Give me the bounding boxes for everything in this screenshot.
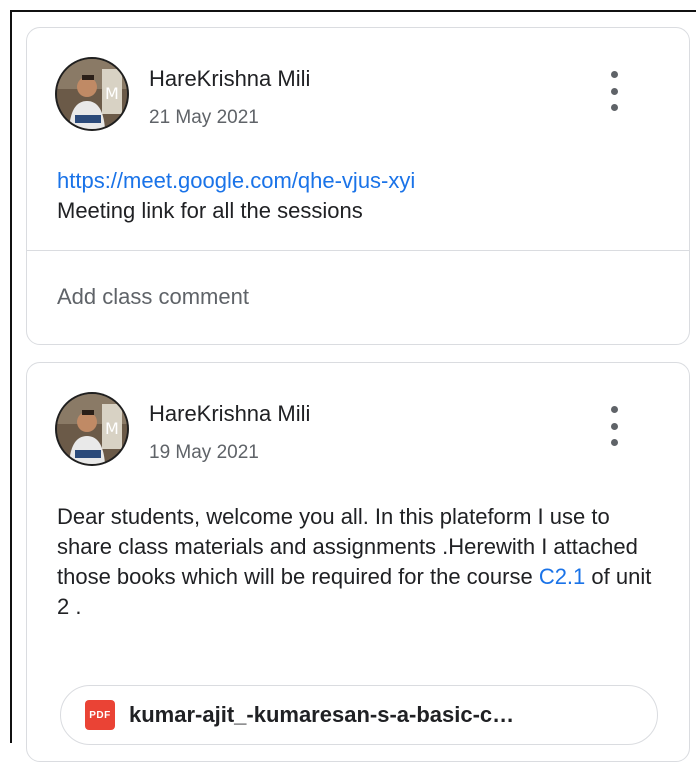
course-link[interactable]: C2.1 xyxy=(539,564,585,589)
author-name[interactable]: HareKrishna Mili xyxy=(149,66,310,92)
pdf-attachment-chip[interactable]: PDF kumar-ajit_-kumaresan-s-a-basic-c… xyxy=(60,685,658,745)
post-date: 19 May 2021 xyxy=(149,442,259,463)
more-vert-icon[interactable] xyxy=(604,406,624,446)
post-text: Meeting link for all the sessions xyxy=(57,198,363,223)
avatar[interactable]: M xyxy=(57,59,127,129)
more-vert-icon[interactable] xyxy=(604,71,624,111)
attachment-name: kumar-ajit_-kumaresan-s-a-basic-c… xyxy=(129,702,515,727)
meet-link[interactable]: https://meet.google.com/qhe-vjus-xyi xyxy=(57,168,415,193)
avatar[interactable]: M xyxy=(57,394,127,464)
svg-text:M: M xyxy=(105,419,119,438)
svg-text:M: M xyxy=(105,84,119,103)
pdf-icon: PDF xyxy=(85,700,115,730)
author-name[interactable]: HareKrishna Mili xyxy=(149,401,310,427)
post-body: https://meet.google.com/qhe-vjus-xyi Mee… xyxy=(57,166,657,226)
post-body: Dear students, welcome you all. In this … xyxy=(57,502,657,622)
announcement-card-2: M HareKrishna Mili 19 May 2021 Dear stud… xyxy=(26,362,690,762)
announcement-card-1: M HareKrishna Mili 21 May 2021 https://m… xyxy=(26,27,690,345)
divider xyxy=(27,250,689,251)
add-class-comment-input[interactable]: Add class comment xyxy=(57,284,249,310)
post-date: 21 May 2021 xyxy=(149,107,259,128)
